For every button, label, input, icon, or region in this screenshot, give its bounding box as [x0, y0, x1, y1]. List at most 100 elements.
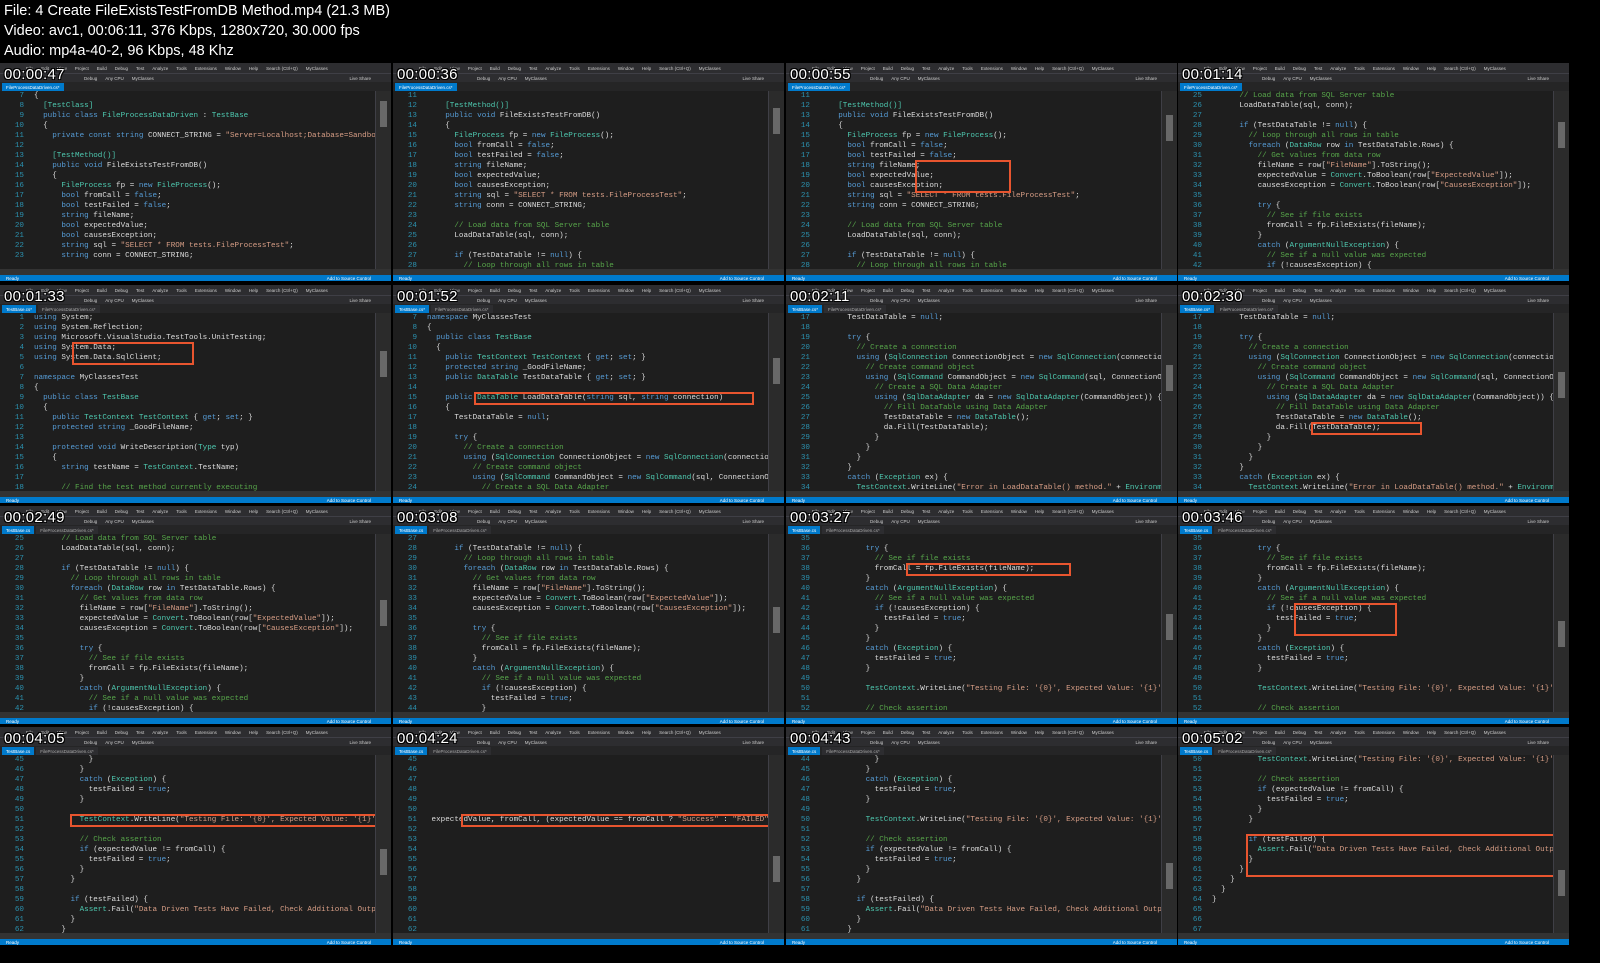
menu-item[interactable]: Debug — [901, 730, 914, 735]
vertical-scrollbar[interactable] — [1161, 534, 1177, 712]
menu-item[interactable]: Analyze — [152, 288, 168, 293]
video-thumbnail[interactable]: File Edit View Project Build Debug Test Analyze… — [0, 506, 391, 724]
menu-item[interactable]: Tools — [1354, 509, 1365, 514]
menu-item[interactable]: Debug — [115, 730, 128, 735]
search-box[interactable]: Search (Ctrl+Q) — [659, 730, 691, 735]
video-thumbnail[interactable]: File Edit View Project Build Debug Test Analyze… — [786, 285, 1177, 503]
live-share-button[interactable]: Live Share — [1527, 519, 1549, 524]
add-to-source-control[interactable]: Add to Source Control — [1113, 940, 1157, 945]
vertical-scrollbar[interactable] — [1553, 313, 1569, 491]
editor-tab[interactable]: FileProcessDataDriven.cs* — [36, 747, 98, 755]
toolbar-item[interactable]: Debug — [84, 740, 97, 745]
code-editor[interactable]: 25 26 27 28 29 30 31 32 33 34 35 36 37 38 39 40 41 42 // … — [1178, 91, 1553, 269]
vertical-scrollbar[interactable] — [768, 313, 784, 491]
live-share-button[interactable]: Live Share — [1135, 519, 1157, 524]
scrollbar-thumb[interactable] — [1166, 614, 1173, 640]
menu-item[interactable]: Extensions — [1373, 730, 1395, 735]
video-thumbnail[interactable]: File Edit View Project Build Debug Test Analyze… — [0, 63, 391, 281]
scrollbar-thumb[interactable] — [1166, 115, 1173, 141]
toolbar-item[interactable]: MyClasses — [525, 298, 547, 303]
menu-item[interactable]: Test — [529, 730, 537, 735]
menu-item[interactable]: Test — [136, 509, 144, 514]
editor-tab[interactable]: FileProcessDataDriven.cs* — [38, 305, 100, 313]
editor-tab[interactable]: TestBase.cs* — [2, 305, 37, 313]
editor-tab[interactable]: TestBase.cs — [395, 747, 428, 755]
menu-item[interactable]: Help — [1035, 730, 1044, 735]
add-to-source-control[interactable]: Add to Source Control — [1505, 719, 1549, 724]
menu-item[interactable]: Build — [1275, 66, 1285, 71]
menu-item[interactable]: Test — [922, 730, 930, 735]
add-to-source-control[interactable]: Add to Source Control — [1505, 940, 1549, 945]
menu-item[interactable]: Build — [97, 288, 107, 293]
menu-item[interactable]: Build — [490, 288, 500, 293]
add-to-source-control[interactable]: Add to Source Control — [1505, 498, 1549, 503]
menu-item[interactable]: Debug — [1293, 288, 1306, 293]
toolbar-item[interactable]: Debug — [84, 298, 97, 303]
scrollbar-thumb[interactable] — [773, 108, 780, 134]
video-thumbnail[interactable]: File Edit View Project Build Debug Test Analyze… — [393, 285, 784, 503]
menu-item[interactable]: Debug — [1293, 509, 1306, 514]
search-box[interactable]: Search (Ctrl+Q) — [1052, 509, 1084, 514]
code-editor[interactable]: 35 36 37 38 39 40 41 42 43 44 45 46 47 48 49 50 51 52 try… — [1178, 534, 1553, 712]
menu-item[interactable]: Debug — [901, 288, 914, 293]
code-editor[interactable]: 50 51 52 53 54 55 56 57 58 59 60 61 62 63 64 65 66 67 Tes… — [1178, 755, 1553, 933]
vertical-scrollbar[interactable] — [768, 534, 784, 712]
video-thumbnail[interactable]: File Edit View Project Build Debug Test Analyze… — [0, 285, 391, 503]
menu-item[interactable]: Build — [883, 509, 893, 514]
menu-item[interactable]: Extensions — [1373, 66, 1395, 71]
editor-tab[interactable]: TestBase.cs — [2, 526, 35, 534]
live-share-button[interactable]: Live Share — [1135, 76, 1157, 81]
menu-item[interactable]: Analyze — [938, 66, 954, 71]
scrollbar-thumb[interactable] — [380, 101, 387, 127]
menu-item[interactable]: Project — [861, 288, 875, 293]
editor-tab[interactable]: FileProcessDataDriven.cs* — [429, 526, 491, 534]
vertical-scrollbar[interactable] — [1161, 755, 1177, 933]
menu-item[interactable]: Build — [490, 509, 500, 514]
menu-item[interactable]: Project — [861, 730, 875, 735]
menu-item[interactable]: Build — [490, 66, 500, 71]
vertical-scrollbar[interactable] — [1553, 755, 1569, 933]
search-box[interactable]: Search (Ctrl+Q) — [1052, 730, 1084, 735]
menu-item[interactable]: Test — [1314, 66, 1322, 71]
menu-item[interactable]: Analyze — [1330, 66, 1346, 71]
toolbar-item[interactable]: Debug — [870, 298, 883, 303]
vertical-scrollbar[interactable] — [375, 534, 391, 712]
scrollbar-thumb[interactable] — [773, 607, 780, 633]
vertical-scrollbar[interactable] — [1161, 91, 1177, 269]
menu-item[interactable]: Help — [642, 509, 651, 514]
toolbar-item[interactable]: Any CPU — [891, 740, 910, 745]
menu-item[interactable]: Tools — [569, 730, 580, 735]
menu-item[interactable]: Build — [97, 66, 107, 71]
menu-item[interactable]: Window — [1403, 66, 1419, 71]
live-share-button[interactable]: Live Share — [742, 76, 764, 81]
scrollbar-thumb[interactable] — [773, 358, 780, 384]
menu-item[interactable]: Debug — [901, 509, 914, 514]
toolbar-item[interactable]: Any CPU — [105, 740, 124, 745]
add-to-source-control[interactable]: Add to Source Control — [720, 498, 764, 503]
editor-tab[interactable]: FileProcessDataDriven.cs* — [36, 526, 98, 534]
menu-item[interactable]: Build — [883, 288, 893, 293]
menu-item[interactable]: Extensions — [195, 730, 217, 735]
menu-item[interactable]: Extensions — [588, 509, 610, 514]
live-share-button[interactable]: Live Share — [742, 740, 764, 745]
scrollbar-thumb[interactable] — [1558, 122, 1565, 148]
video-thumbnail[interactable]: File Edit View Project Build Debug Test Analyze… — [1178, 63, 1569, 281]
scrollbar-thumb[interactable] — [380, 600, 387, 626]
menu-item[interactable]: Tools — [1354, 66, 1365, 71]
toolbar-item[interactable]: Any CPU — [498, 740, 517, 745]
menu-item[interactable]: Window — [1403, 288, 1419, 293]
menu-item[interactable]: Tools — [1354, 730, 1365, 735]
menu-item[interactable]: Build — [883, 66, 893, 71]
live-share-button[interactable]: Live Share — [349, 740, 371, 745]
menu-item[interactable]: Extensions — [981, 66, 1003, 71]
code-editor[interactable]: 45 46 47 48 49 50 51 52 53 54 55 56 57 58 59 60 61 62 } }… — [0, 755, 375, 933]
video-thumbnail[interactable]: File Edit View Project Build Debug Test Analyze… — [393, 506, 784, 724]
menu-item[interactable]: Extensions — [588, 730, 610, 735]
editor-tab[interactable]: TestBase.cs* — [788, 305, 823, 313]
menu-item[interactable]: Window — [618, 509, 634, 514]
menu-item[interactable]: Extensions — [588, 66, 610, 71]
toolbar-item[interactable]: Debug — [477, 740, 490, 745]
menu-item[interactable]: Build — [883, 730, 893, 735]
search-box[interactable]: Search (Ctrl+Q) — [659, 509, 691, 514]
menu-item[interactable]: Project — [75, 509, 89, 514]
